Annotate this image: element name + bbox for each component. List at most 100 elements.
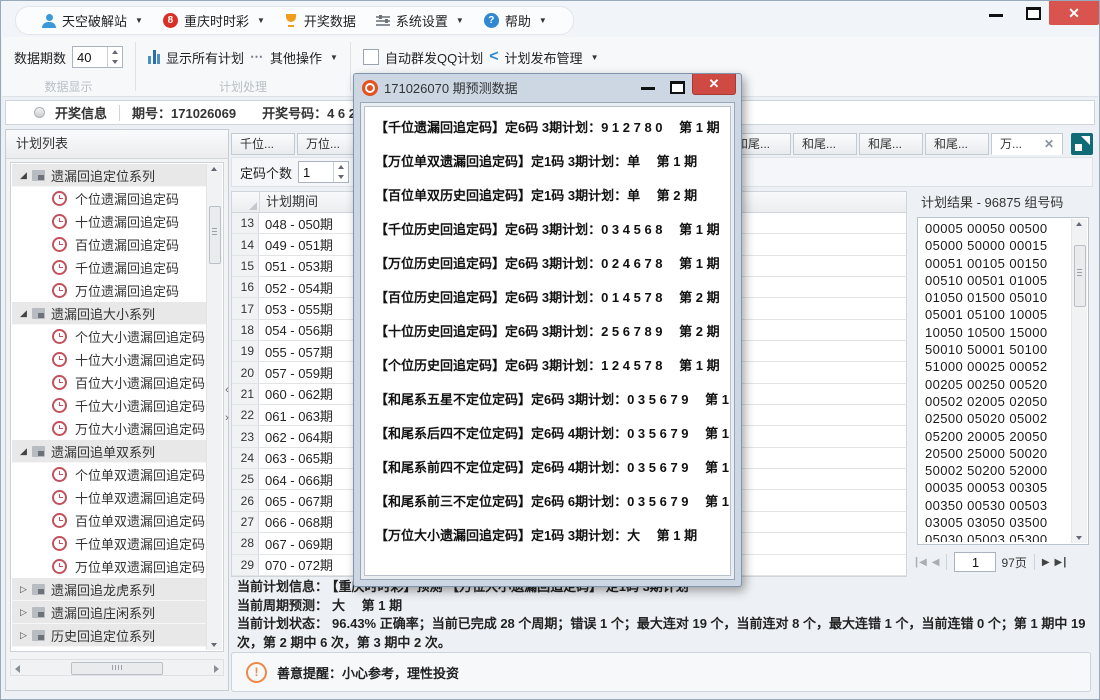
next-page-button[interactable]: ▶ — [1042, 557, 1050, 568]
plan-tab[interactable]: 千位... — [231, 133, 295, 155]
tree-node[interactable]: ◢ ▷ 遗漏回追大小系列 — [12, 302, 206, 325]
row-number: 21 — [232, 384, 259, 404]
tree-node[interactable]: ◢ ▷ 遗漏回追庄闲系列 — [12, 601, 206, 624]
stepper-down-icon[interactable] — [108, 57, 122, 67]
plan-list-sidebar: 计划列表 ◢ ▷ 遗漏回追定位系列 ◢ ▷ 个位遗漏回追定码 ◢ ▷ 十位遗漏回… — [5, 129, 229, 691]
scroll-right-icon[interactable] — [214, 665, 219, 673]
tree-node-label: 千位大小遗漏回追定码 — [75, 396, 205, 415]
tree-expanded-icon[interactable]: ◢ — [20, 308, 32, 319]
menu-settings[interactable]: 系统设置 ▼ — [366, 11, 474, 30]
tree-node[interactable]: ◢ ▷ 历史回追定位系列 — [12, 624, 206, 647]
stepper-up-icon[interactable] — [108, 47, 122, 57]
tree-node-label: 千位单双遗漏回追定码 — [75, 534, 205, 553]
scroll-down-icon[interactable] — [1076, 536, 1082, 540]
other-ops-button[interactable]: 其他操作 — [270, 48, 322, 67]
panel-splitter[interactable]: ‹ › — [222, 384, 232, 424]
plan-tab[interactable]: 和尾... — [859, 133, 923, 155]
tree-collapsed-icon[interactable]: ▷ — [20, 630, 32, 641]
result-number-line: 05000 50000 00015 — [925, 238, 1070, 255]
scroll-up-icon[interactable] — [1076, 222, 1082, 226]
tree-node[interactable]: ◢ ▷ 十位单双遗漏回追定码 — [12, 486, 206, 509]
auto-qq-checkbox[interactable] — [363, 49, 379, 65]
modal-titlebar[interactable]: 171026070 期预测数据 ✕ — [354, 74, 741, 101]
prev-page-button[interactable]: ◀ — [932, 557, 940, 568]
code-count-stepper[interactable] — [298, 161, 349, 183]
tree-node[interactable]: ◢ ▷ 万位遗漏回追定码 — [12, 279, 206, 302]
scroll-up-icon[interactable] — [211, 167, 217, 171]
tree-horizontal-scrollbar[interactable] — [10, 659, 224, 676]
result-number-line: 51000 00025 00052 — [925, 359, 1070, 376]
stepper-down-icon[interactable] — [334, 172, 348, 182]
tree-collapsed-icon[interactable]: ▷ — [20, 607, 32, 618]
tree-collapsed-icon[interactable]: ▷ — [20, 584, 32, 595]
periods-input[interactable] — [73, 47, 107, 67]
tree-expanded-icon[interactable]: ◢ — [20, 446, 32, 457]
tree-node[interactable]: ◢ ▷ 个位遗漏回追定码 — [12, 187, 206, 210]
plan-tab[interactable]: 和尾... — [925, 133, 989, 155]
plan-publish-button[interactable]: 计划发布管理 — [505, 48, 583, 67]
periods-stepper[interactable] — [72, 46, 123, 68]
menu-site[interactable]: 天空破解站 ▼ — [32, 11, 153, 30]
row-number: 27 — [232, 512, 259, 532]
table-corner-cell[interactable] — [232, 192, 260, 212]
result-number-line: 00005 00050 00500 — [925, 221, 1070, 238]
scrollbar-thumb[interactable] — [1074, 245, 1086, 307]
page-number-input[interactable] — [954, 552, 996, 572]
scrollbar-thumb[interactable] — [71, 662, 163, 675]
last-page-button[interactable]: ▶| — [1055, 556, 1067, 568]
tree-node[interactable]: ◢ ▷ 百位单双遗漏回追定码 — [12, 509, 206, 532]
tree-node[interactable]: ◢ ▷ 个位大小遗漏回追定码 — [12, 325, 206, 348]
tree-node[interactable]: ◢ ▷ 遗漏回追单双系列 — [12, 440, 206, 463]
tree-node[interactable]: ◢ ▷ 百位遗漏回追定码 — [12, 233, 206, 256]
stepper-buttons[interactable] — [107, 47, 122, 67]
expand-panel-icon[interactable] — [1071, 133, 1093, 155]
row-number: 29 — [232, 555, 259, 575]
tree-node[interactable]: ◢ ▷ 十位大小遗漏回追定码 — [12, 348, 206, 371]
plan-tab[interactable]: 万位... — [297, 133, 361, 155]
show-all-plans-button[interactable]: 显示所有计划 — [166, 48, 244, 67]
plan-tab[interactable]: 和尾... — [793, 133, 857, 155]
tab-close-icon[interactable]: ✕ — [1044, 134, 1054, 154]
stepper-up-icon[interactable] — [334, 162, 348, 172]
tree-node[interactable]: ◢ ▷ 遗漏回追龙虎系列 — [12, 578, 206, 601]
scroll-down-icon[interactable] — [211, 643, 217, 647]
result-number-line: 00051 00105 00150 — [925, 256, 1070, 273]
menu-help[interactable]: ? 帮助 ▼ — [474, 11, 557, 30]
tree-node-label: 百位大小遗漏回追定码 — [75, 373, 205, 392]
active-plan-tab[interactable]: 万... ✕ — [991, 133, 1063, 155]
tree-expanded-icon[interactable]: ◢ — [20, 170, 32, 181]
modal-close-button[interactable]: ✕ — [692, 74, 736, 95]
folder-icon — [32, 170, 45, 181]
results-vertical-scrollbar[interactable] — [1071, 219, 1087, 543]
collapse-right-icon[interactable]: › — [225, 412, 229, 424]
first-page-button[interactable]: |◀ — [915, 556, 927, 568]
menu-lottery[interactable]: 8 重庆时时彩 ▼ — [153, 11, 275, 30]
tree-node[interactable]: ◢ ▷ 万位单双遗漏回追定码 — [12, 555, 206, 578]
tree-node[interactable]: ◢ ▷ 万位大小遗漏回追定码 — [12, 417, 206, 440]
modal-minimize-button[interactable] — [641, 87, 655, 90]
scrollbar-thumb[interactable] — [209, 206, 221, 264]
scroll-left-icon[interactable] — [15, 665, 20, 673]
modal-maximize-button[interactable] — [670, 81, 685, 94]
result-number-line: 03005 03050 03500 — [925, 515, 1070, 532]
stepper-buttons[interactable] — [333, 162, 348, 182]
window-maximize-button[interactable] — [1026, 7, 1041, 20]
window-minimize-button[interactable] — [989, 14, 1003, 17]
menu-draw-data[interactable]: 开奖数据 — [275, 11, 366, 30]
results-listbox[interactable]: 00005 00050 0050005000 50000 0001500051 … — [917, 217, 1089, 545]
tree-node[interactable]: ◢ ▷ 千位遗漏回追定码 — [12, 256, 206, 279]
tree-node[interactable]: ◢ ▷ 千位大小遗漏回追定码 — [12, 394, 206, 417]
tree-vertical-scrollbar[interactable] — [206, 164, 222, 650]
tree-node[interactable]: ◢ ▷ 个位单双遗漏回追定码 — [12, 463, 206, 486]
tree-node[interactable]: ◢ ▷ 千位单双遗漏回追定码 — [12, 532, 206, 555]
auto-qq-label[interactable]: 自动群发QQ计划 — [385, 48, 483, 67]
window-close-button[interactable]: ✕ — [1049, 1, 1099, 25]
tree-node[interactable]: ◢ ▷ 百位大小遗漏回追定码 — [12, 371, 206, 394]
tree-node[interactable]: ◢ ▷ 十位遗漏回追定码 — [12, 210, 206, 233]
clock-icon — [52, 375, 67, 390]
tree-node[interactable]: ◢ ▷ 遗漏回追定位系列 — [12, 164, 206, 187]
collapse-left-icon[interactable]: ‹ — [225, 384, 229, 396]
warning-icon: ! — [246, 662, 267, 683]
clock-icon — [52, 559, 67, 574]
code-count-input[interactable] — [299, 162, 333, 182]
